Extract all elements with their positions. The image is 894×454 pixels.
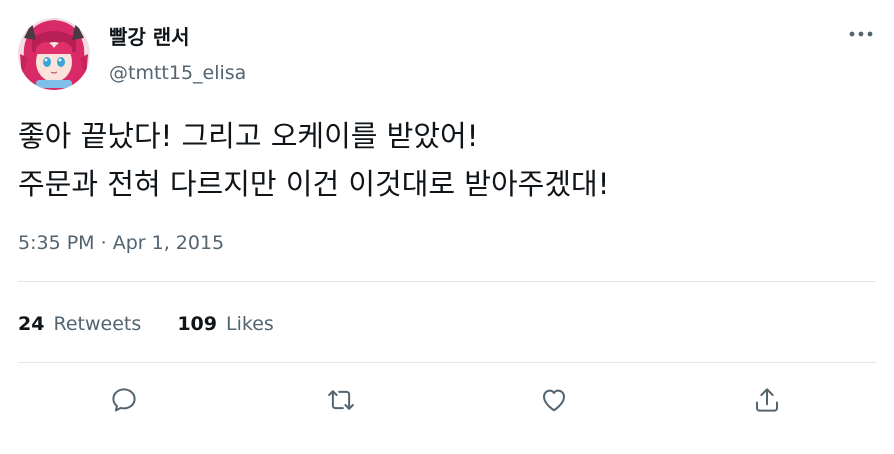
share-button[interactable] (750, 383, 784, 417)
likes-label: Likes (226, 313, 274, 335)
heart-icon (543, 389, 565, 412)
avatar-image (18, 18, 90, 90)
reply-icon (112, 388, 136, 412)
tweet-text: 좋아 끝났다! 그리고 오케이를 받았어! 주문과 전혀 다르지만 이건 이것대… (18, 112, 878, 208)
avatar[interactable] (18, 18, 90, 90)
tweet-timestamp: 5:35 PM · Apr 1, 2015 (18, 230, 224, 256)
tweet-date[interactable]: Apr 1, 2015 (113, 232, 224, 254)
tweet-time[interactable]: 5:35 PM (18, 232, 95, 254)
like-button[interactable] (537, 383, 571, 417)
retweet-button[interactable] (324, 383, 358, 417)
divider (18, 281, 876, 282)
tweet-text-line: 주문과 전혀 다르지만 이건 이것대로 받아주겠대! (18, 167, 610, 201)
more-options-button[interactable] (844, 20, 878, 48)
tweet-text-line: 좋아 끝났다! 그리고 오케이를 받았어! (18, 119, 479, 153)
display-name[interactable]: 빨강 랜서 (109, 24, 190, 50)
likes-count: 109 (177, 313, 217, 335)
likes-stat[interactable]: 109 Likes (177, 310, 274, 338)
user-handle[interactable]: @tmtt15_elisa (109, 60, 246, 86)
retweets-count: 24 (18, 313, 45, 335)
retweet-icon (328, 390, 354, 410)
retweets-stat[interactable]: 24 Retweets (18, 310, 141, 338)
reply-button[interactable] (107, 383, 141, 417)
divider (18, 362, 876, 363)
more-horizontal-icon (849, 31, 873, 37)
retweets-label: Retweets (53, 313, 142, 335)
share-icon (756, 388, 778, 412)
timestamp-separator: · (100, 232, 107, 254)
tweet-stats: 24 Retweets 109 Likes (18, 310, 304, 338)
